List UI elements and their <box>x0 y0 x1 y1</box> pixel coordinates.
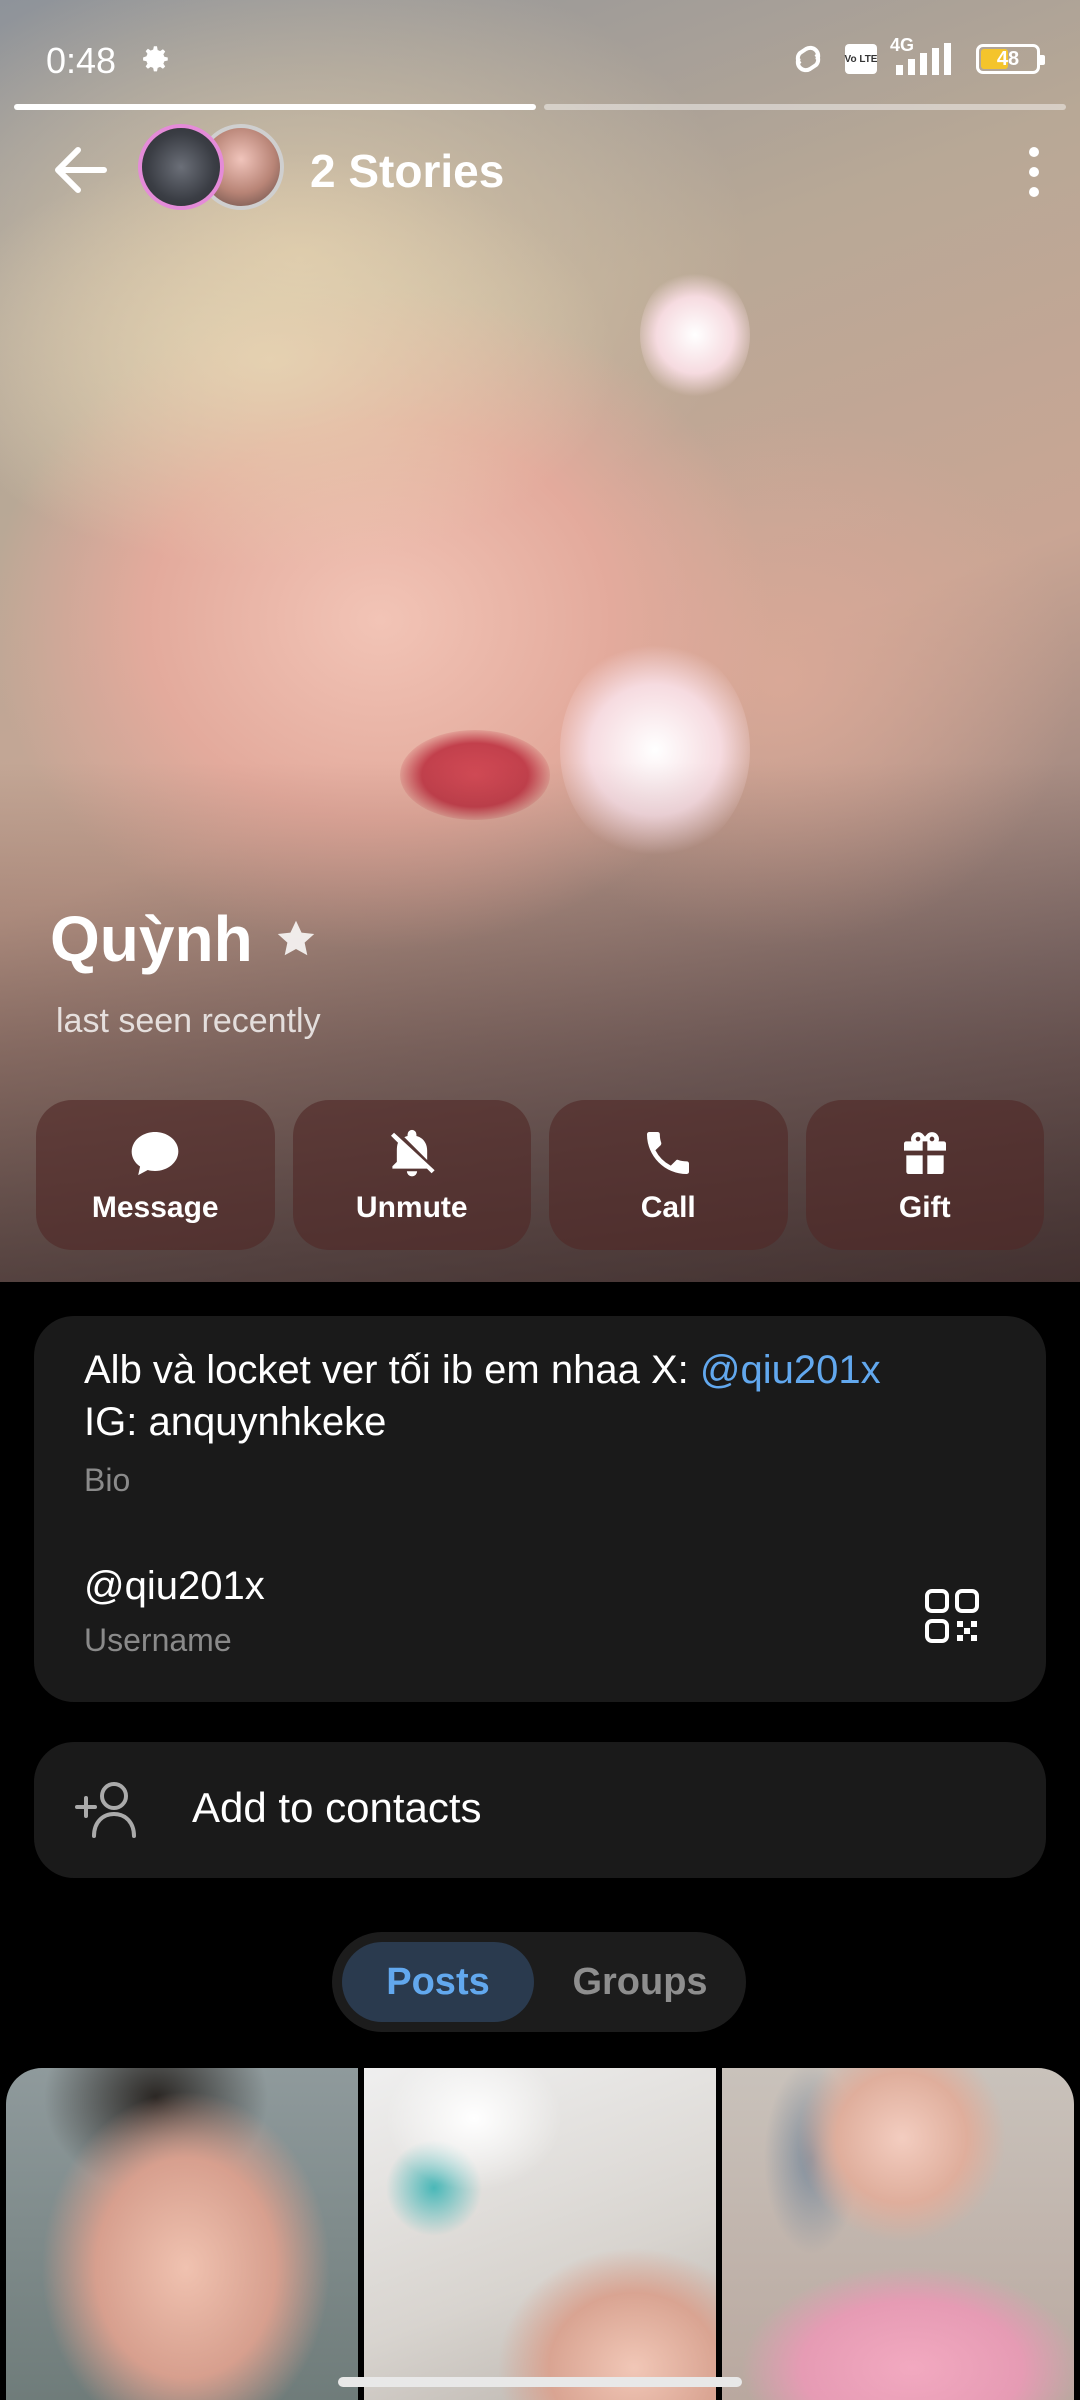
phone-icon <box>647 1132 690 1174</box>
message-button-label: Message <box>91 1191 219 1224</box>
bio-text: Alb và locket ver tối ib em nhaa X: @qiu… <box>84 1344 1006 1448</box>
profile-name-row: Quỳnh <box>50 902 319 976</box>
profile-name: Quỳnh <box>50 903 253 975</box>
bell-off-icon <box>390 1129 435 1177</box>
battery-level: 48 <box>996 48 1020 70</box>
volte-icon: Vo LTE <box>845 44 878 74</box>
last-seen-status: last seen recently <box>56 1002 321 1040</box>
username-label: Username <box>84 1622 232 1658</box>
call-button-label: Call <box>640 1191 696 1224</box>
add-to-contacts-label: Add to contacts <box>192 1784 482 1831</box>
profile-info-card: Alb và locket ver tối ib em nhaa X: @qiu… <box>34 1316 1046 1702</box>
tab-groups[interactable]: Groups <box>544 1942 736 2022</box>
profile-actions: Message Unmute Call Gift <box>36 1100 1044 1250</box>
more-options-icon[interactable] <box>1024 144 1044 200</box>
battery-icon: 48 <box>976 44 1045 74</box>
story-progress-segment <box>544 104 1066 110</box>
unmute-button-label: Unmute <box>355 1191 468 1224</box>
signal-group: 4G <box>890 35 962 75</box>
status-icons: Vo LTE 4G 48 <box>786 35 1045 76</box>
story-progress-segment <box>14 104 536 110</box>
post-thumbnail[interactable] <box>6 2068 358 2400</box>
hero-photo-flower <box>640 270 750 400</box>
status-bar: 0:48 Vo LTE 4G 48 <box>46 35 1045 86</box>
story-avatar-1[interactable] <box>138 124 224 210</box>
gift-button-label: Gift <box>898 1191 951 1224</box>
gift-button[interactable]: Gift <box>805 1100 1044 1250</box>
tab-posts[interactable]: Posts <box>342 1942 534 2022</box>
gift-icon <box>903 1132 946 1174</box>
add-person-icon <box>75 1782 136 1838</box>
unmute-button[interactable]: Unmute <box>292 1100 531 1250</box>
network-type: 4G <box>890 35 915 55</box>
add-to-contacts-button[interactable]: Add to contacts <box>34 1742 1046 1878</box>
post-thumbnail[interactable] <box>364 2068 716 2400</box>
posts-grid <box>6 2068 1074 2400</box>
media-tabs: Posts Groups <box>332 1932 746 2032</box>
stories-count-title[interactable]: 2 Stories <box>310 144 504 198</box>
story-header: 2 Stories <box>0 120 1080 220</box>
story-progress <box>14 104 1066 110</box>
qr-code-icon[interactable] <box>924 1588 980 1644</box>
chat-bubble-icon <box>131 1132 179 1176</box>
bio-label: Bio <box>84 1462 131 1498</box>
call-button[interactable]: Call <box>549 1100 788 1250</box>
profile-hero: 0:48 Vo LTE 4G 48 2 Stories Quỳnh last s… <box>0 0 1080 1282</box>
message-button[interactable]: Message <box>36 1100 275 1250</box>
bio-line-2: IG: anquynhkeke <box>84 1400 387 1444</box>
bio-line-1: Alb và locket ver tối ib em nhaa X: <box>84 1348 700 1392</box>
story-avatars[interactable] <box>138 120 288 220</box>
gesture-home-bar[interactable] <box>338 2377 742 2387</box>
premium-star-icon[interactable] <box>273 916 319 962</box>
status-time: 0:48 <box>46 40 117 81</box>
volte-text: Vo LTE <box>845 54 878 65</box>
back-arrow-icon[interactable] <box>50 142 110 198</box>
bio-mention-link[interactable]: @qiu201x <box>700 1348 881 1392</box>
link-icon <box>795 45 821 73</box>
settings-gear-icon <box>143 46 168 72</box>
post-thumbnail[interactable] <box>722 2068 1074 2400</box>
username-value[interactable]: @qiu201x <box>84 1564 265 1609</box>
